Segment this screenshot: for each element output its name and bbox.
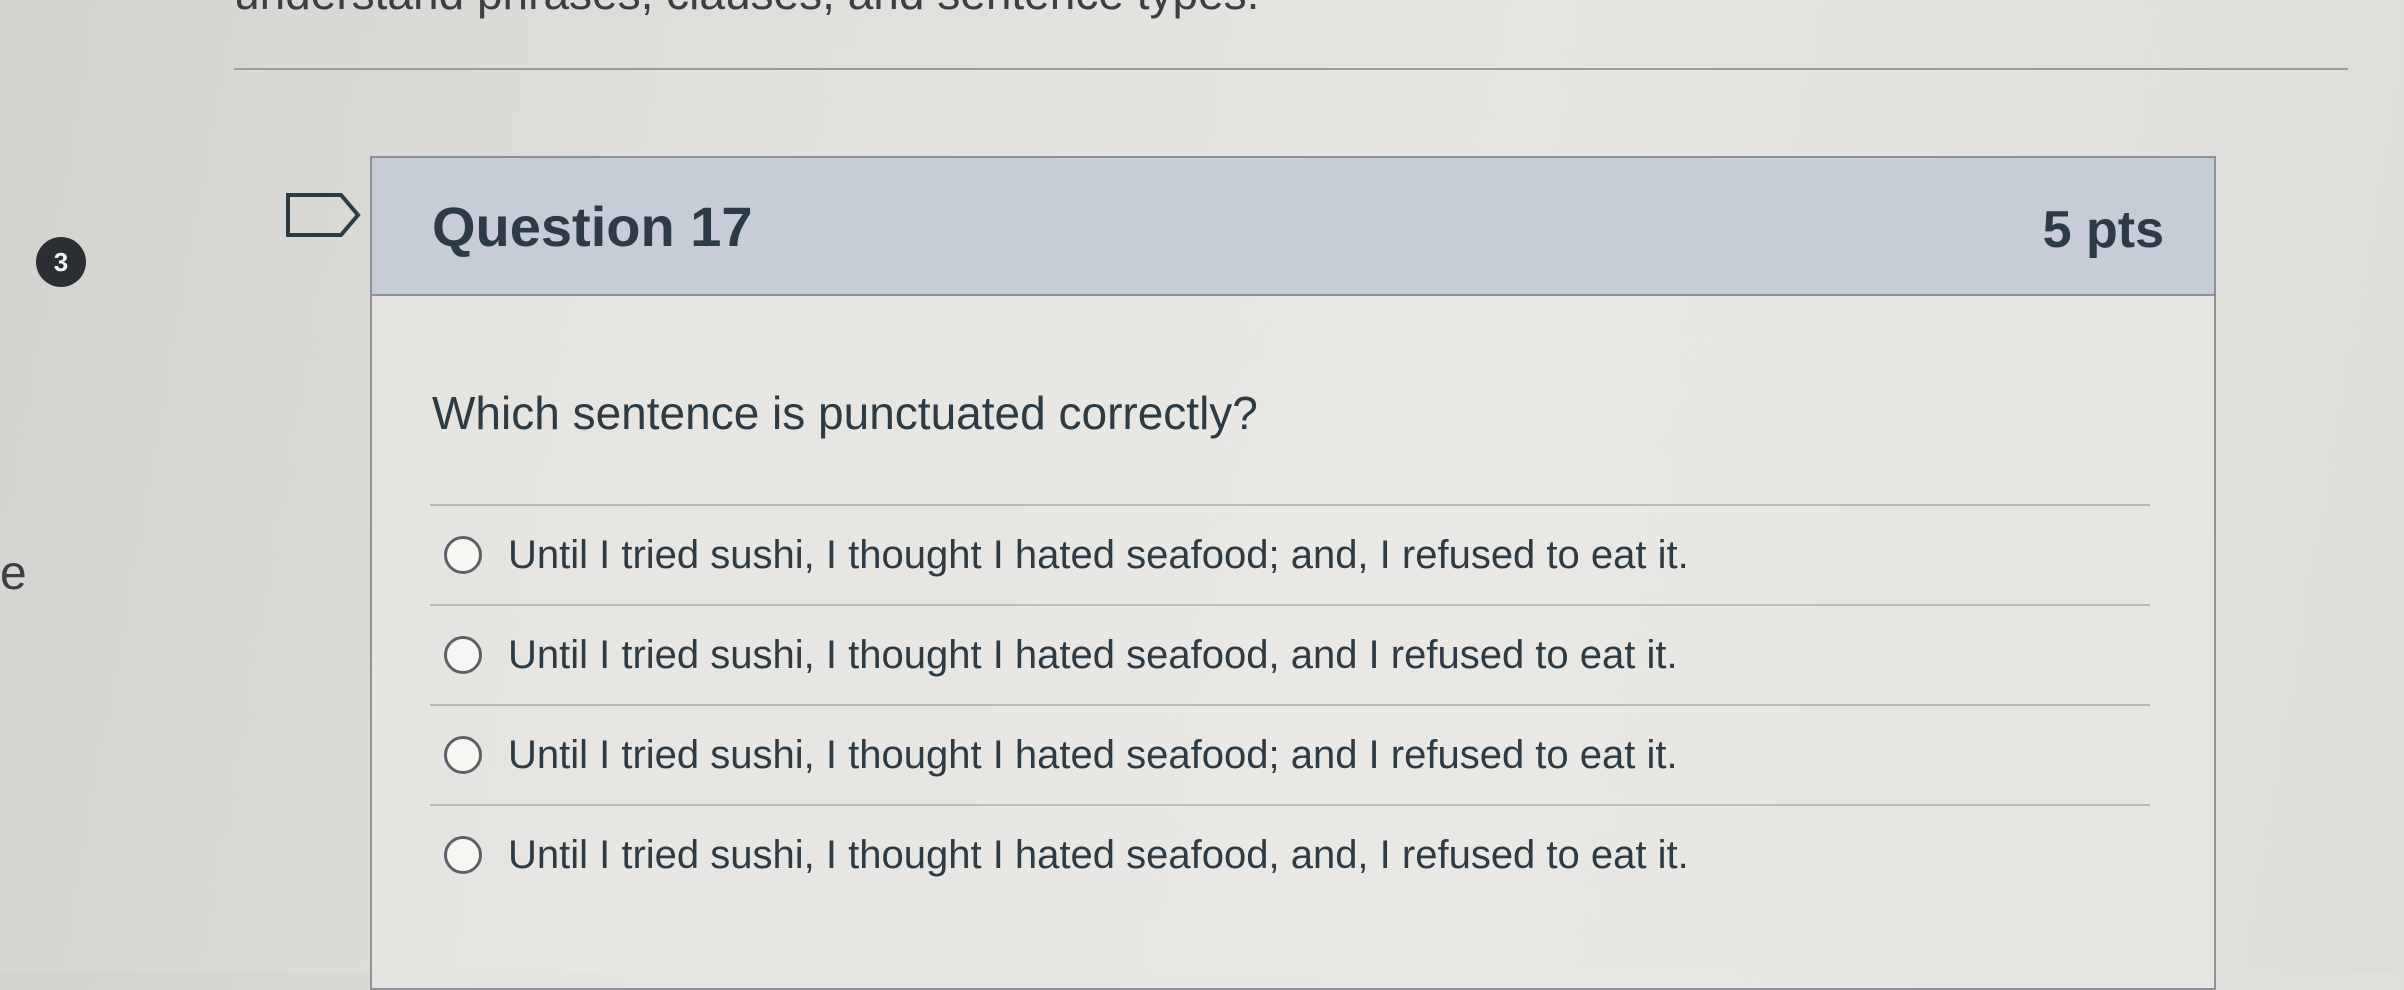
- flag-question-icon[interactable]: [285, 192, 361, 238]
- radio-button-icon[interactable]: [444, 536, 482, 574]
- radio-button-icon[interactable]: [444, 736, 482, 774]
- answer-label: Until I tried sushi, I thought I hated s…: [508, 732, 1678, 777]
- answer-label: Until I tried sushi, I thought I hated s…: [508, 832, 1689, 877]
- question-title: Question 17: [432, 195, 753, 258]
- answer-label: Until I tried sushi, I thought I hated s…: [508, 532, 1689, 577]
- side-text-fragment: e: [0, 547, 27, 600]
- answer-option[interactable]: Until I tried sushi, I thought I hated s…: [430, 804, 2150, 904]
- question-header: Question 17 5 pts: [372, 158, 2214, 296]
- answer-list: Until I tried sushi, I thought I hated s…: [430, 504, 2150, 904]
- question-card: Question 17 5 pts Which sentence is punc…: [370, 156, 2216, 990]
- divider: [234, 68, 2348, 70]
- answer-option[interactable]: Until I tried sushi, I thought I hated s…: [430, 604, 2150, 704]
- step-badge: 3: [36, 237, 86, 287]
- answer-option[interactable]: Until I tried sushi, I thought I hated s…: [430, 704, 2150, 804]
- question-prompt: Which sentence is punctuated correctly?: [432, 387, 1258, 439]
- radio-button-icon[interactable]: [444, 636, 482, 674]
- question-points: 5 pts: [2042, 201, 2164, 259]
- radio-button-icon[interactable]: [444, 836, 482, 874]
- answer-option[interactable]: Until I tried sushi, I thought I hated s…: [430, 504, 2150, 604]
- answer-label: Until I tried sushi, I thought I hated s…: [508, 632, 1678, 677]
- module-description-text: understand phrases, clauses, and sentenc…: [234, 0, 1259, 20]
